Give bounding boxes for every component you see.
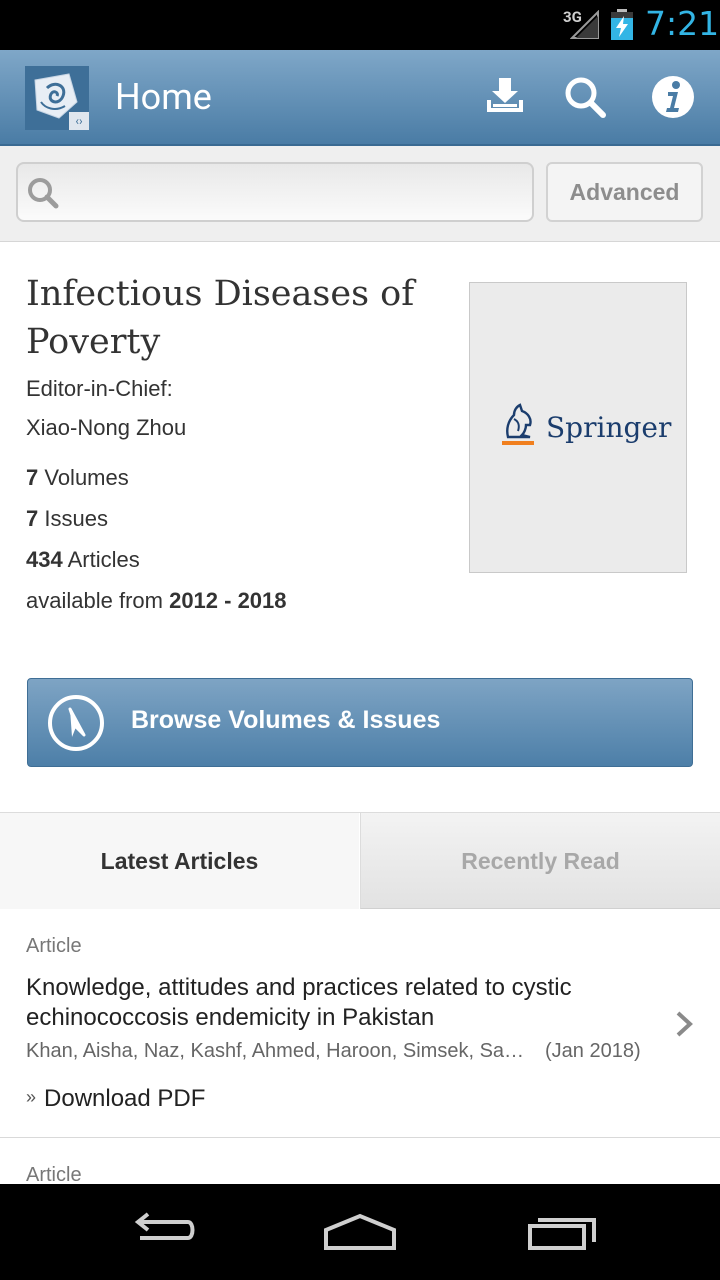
springer-horse-icon	[502, 403, 534, 445]
availability-prefix: available from	[26, 588, 170, 613]
volumes-count: 7	[26, 465, 39, 490]
articles-count: 434	[26, 547, 63, 572]
article-authors: Khan, Aisha, Naz, Kashf, Ahmed, Haroon, …	[26, 1040, 531, 1062]
main-content: Infectious Diseases of Poverty Editor-in…	[0, 242, 720, 1184]
article-tabs: Latest Articles Recently Read	[0, 812, 720, 909]
page-title: Home	[115, 76, 212, 118]
issues-label: Issues	[38, 506, 108, 531]
article-date: (Jan 2018)	[545, 1040, 641, 1062]
availability-range: 2012 - 2018	[169, 588, 287, 613]
download-pdf-link[interactable]: » Download PDF	[26, 1085, 205, 1113]
issues-stat: 7 Issues	[26, 506, 108, 532]
publisher-name: Springer	[546, 411, 672, 444]
app-logo-badge: ‹›	[69, 112, 89, 130]
compass-icon	[48, 695, 104, 751]
article-title[interactable]: Knowledge, attitudes and practices relat…	[26, 973, 666, 1033]
battery-charging-icon	[611, 9, 633, 40]
articles-stat: 434 Articles	[26, 547, 140, 573]
recent-apps-icon[interactable]	[522, 1208, 602, 1256]
browse-volumes-button[interactable]: Browse Volumes & Issues	[27, 678, 693, 767]
tab-latest-articles[interactable]: Latest Articles	[0, 813, 359, 909]
article-list-item[interactable]: Article Knowledge, attitudes and practic…	[0, 909, 720, 1138]
home-icon[interactable]	[320, 1208, 400, 1256]
search-field[interactable]	[16, 162, 534, 222]
signal-icon	[570, 10, 599, 39]
journal-cover[interactable]: Springer	[469, 282, 687, 573]
editor-name: Xiao-Nong Zhou	[26, 415, 187, 440]
double-chevron-icon: »	[26, 1087, 37, 1107]
article-list-item[interactable]: Article	[0, 1138, 720, 1184]
download-pdf-label: Download PDF	[44, 1085, 206, 1112]
article-type: Article	[26, 1164, 82, 1184]
chevron-right-icon[interactable]	[672, 1009, 696, 1039]
search-bar: Advanced	[0, 146, 720, 242]
springer-logo: Springer	[500, 403, 672, 451]
search-icon[interactable]	[560, 72, 610, 122]
browse-volumes-label: Browse Volumes & Issues	[131, 706, 441, 734]
article-type: Article	[26, 935, 82, 957]
advanced-search-button[interactable]: Advanced	[546, 162, 703, 222]
volumes-stat: 7 Volumes	[26, 465, 129, 491]
app-logo[interactable]: ‹›	[25, 66, 89, 130]
navigation-bar	[0, 1184, 720, 1280]
volumes-label: Volumes	[38, 465, 129, 490]
info-icon[interactable]	[648, 72, 698, 122]
editor-label: Editor-in-Chief:	[26, 376, 173, 401]
journal-title: Infectious Diseases of Poverty	[26, 274, 415, 362]
back-icon[interactable]	[120, 1208, 200, 1256]
availability-stat: available from 2012 - 2018	[26, 588, 287, 614]
status-bar: 3G 7:21	[0, 0, 720, 50]
tab-recently-read[interactable]: Recently Read	[360, 813, 720, 909]
search-field-icon	[28, 178, 59, 209]
clock: 7:21	[645, 4, 720, 43]
articles-label: Articles	[62, 547, 140, 572]
issues-count: 7	[26, 506, 39, 531]
action-bar: ‹› Home	[0, 50, 720, 146]
search-input[interactable]	[68, 174, 518, 212]
download-icon[interactable]	[480, 72, 530, 122]
